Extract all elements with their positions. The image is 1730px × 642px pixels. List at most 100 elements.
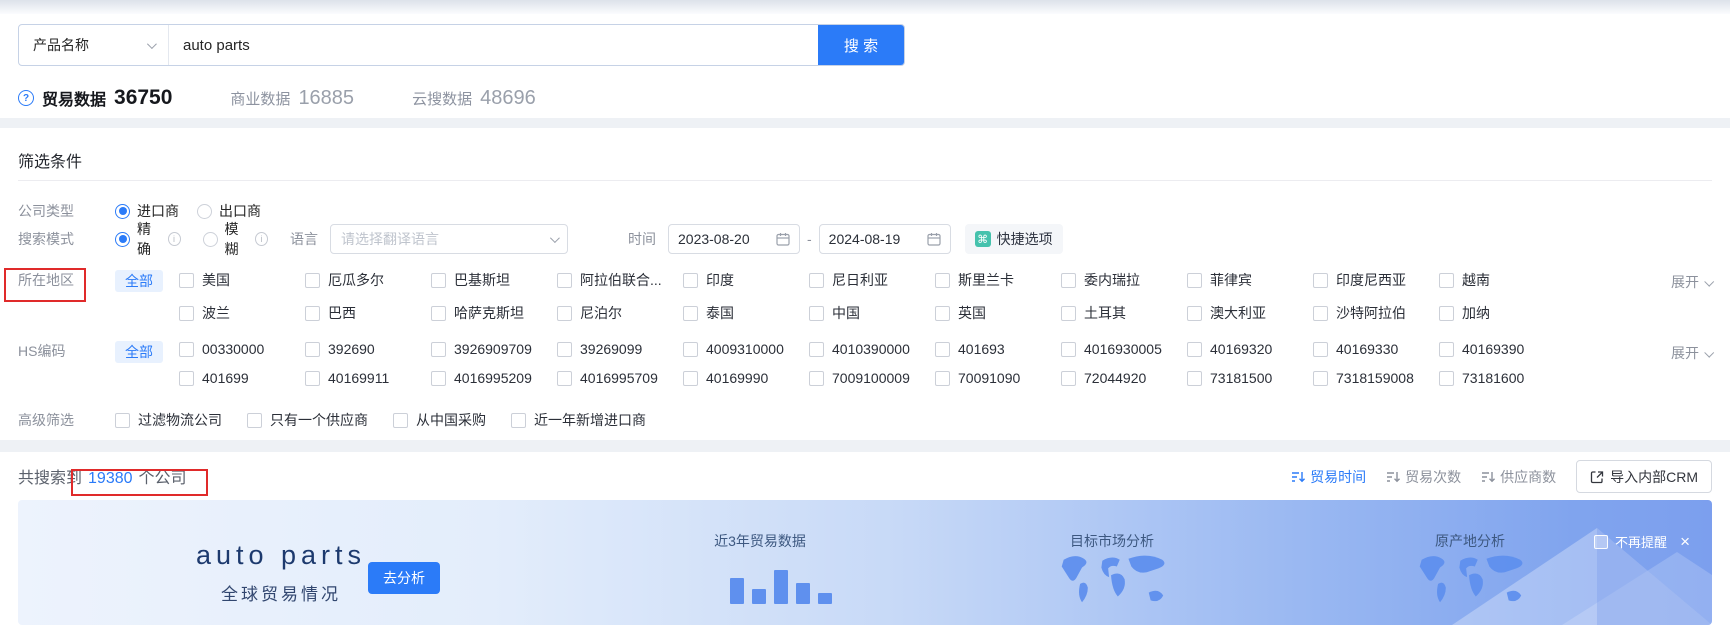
radio-exporter[interactable]: 出口商 bbox=[197, 201, 261, 221]
hs-code-checkbox[interactable]: 40169911 bbox=[305, 370, 431, 386]
region-checkbox[interactable]: 美国 bbox=[179, 270, 305, 290]
hs-code-checkbox[interactable]: 70091090 bbox=[935, 370, 1061, 386]
calendar-icon bbox=[927, 233, 941, 246]
hs-code-checkbox[interactable]: 4016995209 bbox=[431, 370, 557, 386]
sort-trade-time[interactable]: 贸易时间 bbox=[1291, 467, 1366, 487]
region-checkbox[interactable]: 巴西 bbox=[305, 303, 431, 323]
tab-cloud-data[interactable]: 云搜数据 48696 bbox=[412, 87, 536, 110]
start-date-picker[interactable]: 2023-08-20 bbox=[668, 224, 800, 254]
language-select[interactable]: 请选择翻译语言 bbox=[330, 224, 568, 254]
mini-bar-chart bbox=[726, 552, 836, 604]
search-input[interactable] bbox=[169, 25, 818, 65]
checkbox-label: 4009310000 bbox=[706, 341, 784, 357]
hs-row-2: 401699 40169911 4016995209 4016995709 401699… bbox=[179, 370, 1712, 386]
analyze-button[interactable]: 去分析 bbox=[368, 562, 440, 594]
hs-code-checkbox[interactable]: 7318159008 bbox=[1313, 370, 1439, 386]
region-checkbox[interactable]: 巴基斯坦 bbox=[431, 270, 557, 290]
region-checkbox[interactable]: 厄瓜多尔 bbox=[305, 270, 431, 290]
checkbox-label: 泰国 bbox=[706, 305, 734, 321]
region-checkbox[interactable]: 土耳其 bbox=[1061, 303, 1187, 323]
quick-options-button[interactable]: ⌘ 快捷选项 bbox=[964, 224, 1063, 254]
date-range-separator: - bbox=[807, 231, 812, 247]
tab-count: 16885 bbox=[298, 86, 355, 109]
region-checkbox[interactable]: 印度 bbox=[683, 270, 809, 290]
region-checkbox[interactable]: 哈萨克斯坦 bbox=[431, 303, 557, 323]
region-checkbox[interactable]: 泰国 bbox=[683, 303, 809, 323]
region-checkbox[interactable]: 尼泊尔 bbox=[557, 303, 683, 323]
page-top-gradient bbox=[0, 0, 1730, 14]
region-checkbox[interactable]: 菲律宾 bbox=[1187, 270, 1313, 290]
hs-code-checkbox[interactable]: 401699 bbox=[179, 370, 305, 386]
region-checkbox[interactable]: 阿拉伯联合... bbox=[557, 270, 683, 290]
region-all-pill[interactable]: 全部 bbox=[115, 270, 163, 292]
advanced-checkbox[interactable]: 近一年新增进口商 bbox=[511, 410, 646, 430]
region-expand-link[interactable]: 展开 bbox=[1671, 272, 1715, 292]
region-checkbox[interactable]: 委内瑞拉 bbox=[1061, 270, 1187, 290]
region-checkbox[interactable]: 澳大利亚 bbox=[1187, 303, 1313, 323]
checkbox-icon bbox=[1313, 341, 1328, 357]
import-label: 导入内部CRM bbox=[1610, 468, 1698, 485]
region-checkbox[interactable]: 印度尼西亚 bbox=[1313, 270, 1439, 290]
checkbox-label: 斯里兰卡 bbox=[958, 272, 1014, 288]
hs-code-checkbox[interactable]: 73181500 bbox=[1187, 370, 1313, 386]
radio-fuzzy-mode[interactable]: 模糊 i bbox=[202, 219, 268, 259]
hs-code-checkbox[interactable]: 40169990 bbox=[683, 370, 809, 386]
tab-business-data[interactable]: 商业数据 16885 bbox=[230, 87, 354, 110]
hs-code-checkbox[interactable]: 401693 bbox=[935, 341, 1061, 357]
close-icon[interactable]: × bbox=[1680, 533, 1690, 550]
tab-trade-data[interactable]: ? 贸易数据 36750 bbox=[18, 86, 173, 122]
radio-icon bbox=[202, 231, 218, 247]
hs-code-checkbox[interactable]: 4016995709 bbox=[557, 370, 683, 386]
checkbox-label: 70091090 bbox=[958, 370, 1021, 386]
hs-code-checkbox[interactable]: 40169390 bbox=[1439, 341, 1565, 357]
radio-importer[interactable]: 进口商 bbox=[115, 201, 179, 221]
info-icon[interactable]: i bbox=[167, 232, 181, 246]
import-crm-button[interactable]: 导入内部CRM bbox=[1576, 460, 1712, 493]
end-date-picker[interactable]: 2024-08-19 bbox=[818, 224, 951, 254]
hs-code-checkbox[interactable]: 3926909709 bbox=[431, 341, 557, 357]
filter-panel-title: 筛选条件 bbox=[18, 154, 83, 171]
region-checkbox[interactable]: 沙特阿拉伯 bbox=[1313, 303, 1439, 323]
region-checkbox[interactable]: 波兰 bbox=[179, 303, 305, 323]
advanced-checkbox[interactable]: 只有一个供应商 bbox=[247, 410, 368, 430]
region-checkbox[interactable]: 中国 bbox=[809, 303, 935, 323]
region-checkbox[interactable]: 加纳 bbox=[1439, 303, 1565, 323]
hs-code-checkbox[interactable]: 7009100009 bbox=[809, 370, 935, 386]
hs-code-checkbox[interactable]: 392690 bbox=[305, 341, 431, 357]
hs-code-checkbox[interactable]: 72044920 bbox=[1061, 370, 1187, 386]
hs-code-checkbox[interactable]: 40169330 bbox=[1313, 341, 1439, 357]
search-category-select[interactable]: 产品名称 bbox=[19, 25, 169, 65]
filter-label: 所在地区 bbox=[18, 272, 74, 288]
region-checkbox[interactable]: 越南 bbox=[1439, 270, 1565, 290]
checkbox-icon bbox=[247, 412, 262, 428]
hs-code-checkbox[interactable]: 39269099 bbox=[557, 341, 683, 357]
info-icon[interactable]: i bbox=[255, 232, 268, 246]
advanced-checkbox[interactable]: 过滤物流公司 bbox=[115, 410, 222, 430]
dont-remind-checkbox[interactable] bbox=[1594, 534, 1609, 549]
checkbox-icon bbox=[1439, 370, 1454, 386]
start-date-value: 2023-08-20 bbox=[678, 231, 750, 247]
filter-label: 公司类型 bbox=[18, 203, 74, 219]
checkbox-icon bbox=[683, 341, 698, 357]
hs-code-checkbox[interactable]: 00330000 bbox=[179, 341, 305, 357]
region-checkbox[interactable]: 英国 bbox=[935, 303, 1061, 323]
help-icon[interactable]: ? bbox=[18, 90, 34, 106]
sort-trade-frequency[interactable]: 贸易次数 bbox=[1386, 467, 1461, 487]
region-checkbox[interactable]: 斯里兰卡 bbox=[935, 270, 1061, 290]
hs-code-checkbox[interactable]: 4009310000 bbox=[683, 341, 809, 357]
hs-expand-link[interactable]: 展开 bbox=[1671, 343, 1715, 363]
checkbox-icon bbox=[431, 370, 446, 386]
radio-exact-mode[interactable]: 精确 i bbox=[115, 219, 181, 259]
hs-code-checkbox[interactable]: 4016930005 bbox=[1061, 341, 1187, 357]
advanced-checkbox[interactable]: 从中国采购 bbox=[393, 410, 486, 430]
filter-row-advanced: 高级筛选 过滤物流公司 只有一个供应商 从中国采购 近一年新增进口商 bbox=[18, 410, 1712, 430]
search-button[interactable]: 搜 索 bbox=[818, 25, 904, 65]
chevron-down-icon bbox=[549, 232, 560, 243]
region-checkbox[interactable]: 尼日利亚 bbox=[809, 270, 935, 290]
hs-code-checkbox[interactable]: 40169320 bbox=[1187, 341, 1313, 357]
hs-all-pill[interactable]: 全部 bbox=[115, 341, 163, 363]
hs-code-checkbox[interactable]: 4010390000 bbox=[809, 341, 935, 357]
hs-code-checkbox[interactable]: 73181600 bbox=[1439, 370, 1565, 386]
sort-supplier-count[interactable]: 供应商数 bbox=[1481, 467, 1556, 487]
tab-count: 36750 bbox=[114, 86, 173, 109]
